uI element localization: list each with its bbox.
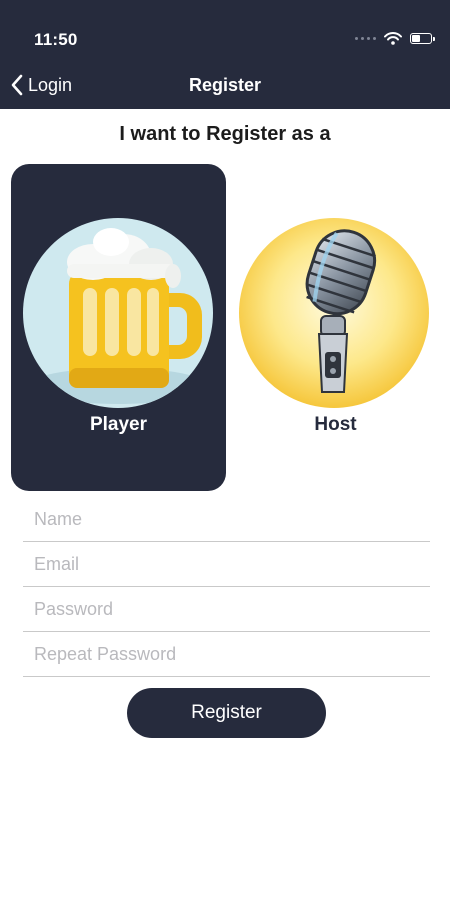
battery-icon: [410, 33, 435, 44]
name-field-container: [23, 497, 430, 542]
email-field-container: [23, 542, 430, 587]
role-option-player[interactable]: Player: [11, 164, 226, 491]
password-field[interactable]: [23, 587, 430, 631]
status-icons: [355, 32, 435, 45]
role-option-host[interactable]: Host: [228, 164, 443, 491]
microphone-icon: [239, 218, 429, 408]
role-label-host: Host: [314, 414, 357, 435]
page-title: Register: [188, 75, 262, 95]
email-field[interactable]: [23, 542, 430, 586]
name-field[interactable]: [23, 497, 430, 541]
status-time: 11:50: [34, 30, 78, 49]
register-button[interactable]: Register: [127, 688, 326, 738]
role-prompt: I want to Register as a: [119, 123, 331, 145]
repeat-password-field-container: [23, 632, 430, 677]
navigation-bar: 11:50 Login Register: [0, 0, 450, 109]
role-label-player: Player: [89, 414, 148, 435]
password-field-container: [23, 587, 430, 632]
cellular-signal-icon: [355, 37, 376, 40]
beer-mug-icon: [23, 218, 213, 408]
repeat-password-field[interactable]: [23, 632, 430, 676]
wifi-icon: [384, 32, 402, 45]
